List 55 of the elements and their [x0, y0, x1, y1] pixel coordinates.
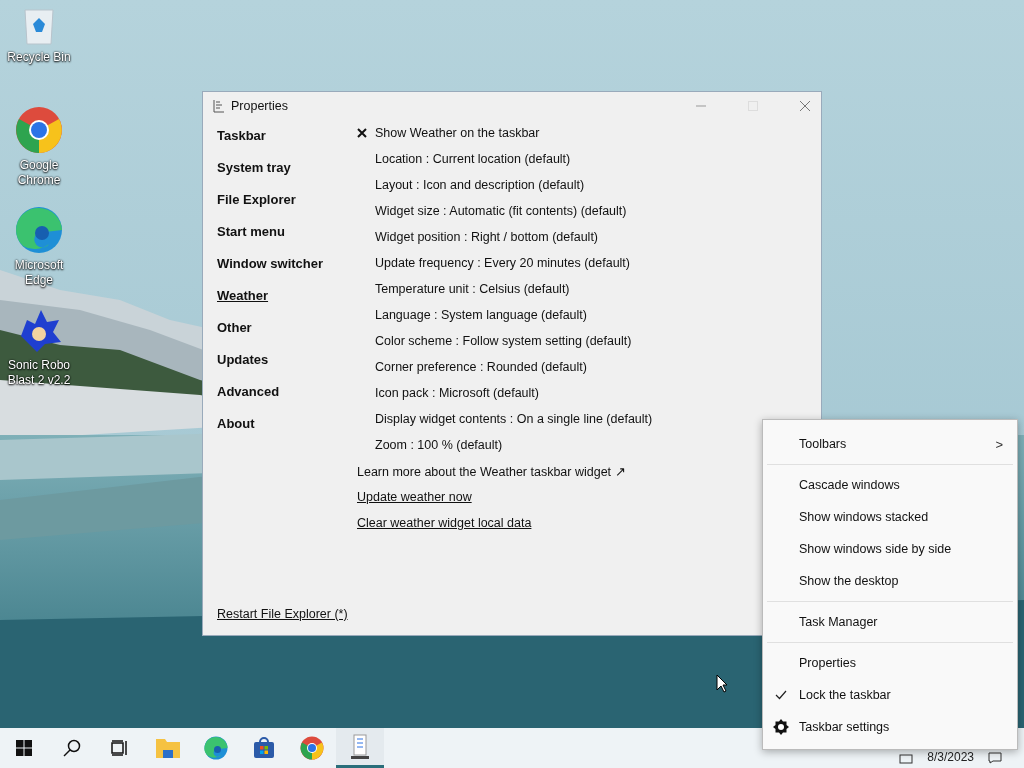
sidebar-item[interactable]: Weather [217, 280, 357, 312]
menu-item[interactable]: Show windows side by side [763, 533, 1017, 565]
menu-item[interactable]: Task Manager [763, 606, 1017, 638]
menu-item[interactable]: Properties [763, 647, 1017, 679]
app-icon [213, 99, 225, 113]
setting-option[interactable]: Color scheme : Follow system setting (default) [375, 334, 632, 348]
sidebar-item[interactable]: About [217, 408, 357, 440]
sidebar-item[interactable]: System tray [217, 152, 357, 184]
date-text[interactable]: 8/3/2023 [927, 750, 974, 764]
properties-app-icon[interactable] [349, 733, 371, 760]
action-link[interactable]: Update weather now [357, 490, 472, 504]
setting-option[interactable]: Zoom : 100 % (default) [375, 438, 503, 452]
setting-option[interactable]: Update frequency : Every 20 minutes (default) [375, 256, 630, 270]
setting-option[interactable]: Icon pack : Microsoft (default) [375, 386, 539, 400]
setting-option[interactable]: Display widget contents : On a single line (default) [375, 412, 653, 426]
folder-icon[interactable] [155, 737, 181, 759]
menu-item[interactable]: Lock the taskbar [763, 679, 1017, 711]
close-icon[interactable] [799, 100, 811, 112]
sidebar-item[interactable]: Other [217, 312, 357, 344]
menu-item[interactable]: Show the desktop [763, 565, 1017, 597]
action-link[interactable]: Clear weather widget local data [357, 516, 532, 530]
setting-option[interactable]: Layout : Icon and description (default) [375, 178, 585, 192]
notification-icon[interactable] [988, 752, 1002, 764]
task-view-icon[interactable] [111, 740, 129, 756]
edge-icon[interactable] [15, 206, 63, 254]
start-icon[interactable] [16, 740, 32, 756]
sidebar-item[interactable]: Start menu [217, 216, 357, 248]
window-title: Properties [231, 99, 288, 113]
weather-toggle[interactable]: Show Weather on the taskbar [375, 126, 540, 140]
search-icon[interactable] [63, 739, 81, 757]
menu-item[interactable]: Toolbars > [763, 428, 1017, 460]
sidebar-item[interactable]: Window switcher [217, 248, 357, 280]
edge-icon[interactable] [204, 736, 228, 760]
setting-option[interactable]: Location : Current location (default) [375, 152, 571, 166]
sidebar-item[interactable]: Taskbar [217, 120, 357, 152]
chrome-icon[interactable] [15, 106, 63, 154]
menu-item[interactable]: Show windows stacked [763, 501, 1017, 533]
settings-icon [773, 719, 789, 735]
menu-item[interactable]: Cascade windows [763, 469, 1017, 501]
menu-item[interactable]: Taskbar settings [763, 711, 1017, 743]
sidebar-item[interactable]: Updates [217, 344, 357, 376]
setting-option[interactable]: Widget position : Right / bottom (default) [375, 230, 599, 244]
chrome-icon[interactable] [300, 736, 324, 760]
setting-option[interactable]: Widget size : Automatic (fit contents) (default) [375, 204, 627, 218]
store-icon[interactable] [253, 737, 275, 759]
sidebar-item[interactable]: File Explorer [217, 184, 357, 216]
learn-more-link[interactable]: Learn more about the Weather taskbar widget ↗ [357, 463, 626, 479]
setting-option[interactable]: Language : System language (default) [375, 308, 587, 322]
restart-explorer-link[interactable]: Restart File Explorer (*) [217, 607, 357, 621]
tray-icon[interactable] [899, 754, 914, 764]
setting-option[interactable]: Temperature unit : Celsius (default) [375, 282, 570, 296]
sidebar-item[interactable]: Advanced [217, 376, 357, 408]
cursor-icon [716, 674, 728, 693]
setting-option[interactable]: Corner preference : Rounded (default) [375, 360, 587, 374]
chevron-icon: > [995, 436, 1003, 452]
